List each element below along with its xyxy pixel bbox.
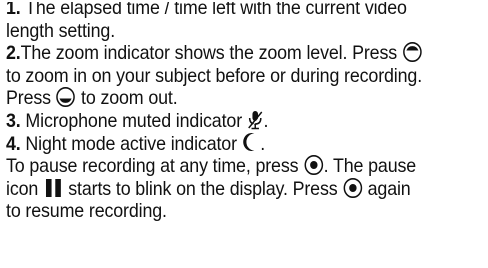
- pause-text-2: icon: [6, 178, 43, 200]
- manual-page: 1. The elapsed time / time left with the…: [6, 0, 452, 224]
- select-key-icon-2: [342, 177, 362, 199]
- item-4-text: Night mode active indicator: [20, 133, 242, 155]
- pause-text-1: To pause recording at any time, press: [6, 156, 304, 178]
- item-2-line-1: 2.The zoom indicator shows the zoom leve…: [6, 41, 452, 66]
- select-key-icon: [303, 154, 323, 176]
- muted-microphone-icon: [247, 110, 264, 130]
- item-2-zoom-out: to zoom out.: [76, 88, 178, 110]
- item-4-line: 4. Night mode active indicator .: [6, 132, 452, 157]
- item-2-text: The zoom indicator shows the zoom level.…: [20, 43, 402, 65]
- item-2-press: Press: [6, 88, 56, 110]
- item-2-text-cont: to zoom in on your subject before or dur…: [6, 65, 423, 87]
- top-edge: [0, 0, 488, 2]
- scroll-up-key-icon: [402, 41, 422, 63]
- scroll-down-key-icon: [56, 86, 76, 108]
- item-1-text: The elapsed time / time left with the cu…: [20, 0, 407, 19]
- item-1-number: 1.: [6, 0, 21, 19]
- item-3-end: .: [263, 110, 269, 132]
- item-3-line: 3. Microphone muted indicator .: [6, 110, 452, 134]
- pause-icon: [43, 178, 63, 198]
- item-2-line-2: to zoom in on your subject before or dur…: [6, 66, 452, 89]
- item-3-text: Microphone muted indicator: [20, 110, 247, 132]
- item-4-number: 4.: [6, 133, 21, 155]
- pause-text-3: to resume recording.: [6, 201, 167, 223]
- item-1-text-cont: length setting.: [6, 20, 116, 42]
- item-2-line-3: Press to zoom out.: [6, 86, 452, 111]
- pause-line-2: icon starts to blink on the display. Pre…: [6, 177, 452, 202]
- item-4-end: .: [260, 133, 266, 155]
- item-2-number: 2.: [6, 43, 21, 65]
- pause-text-1b: . The pause: [323, 156, 417, 178]
- item-3-number: 3.: [6, 110, 21, 132]
- item-1-line-1: 1. The elapsed time / time left with the…: [6, 0, 452, 21]
- pause-line-1: To pause recording at any time, press . …: [6, 154, 452, 179]
- pause-line-3: to resume recording.: [6, 201, 452, 224]
- night-mode-moon-icon: [242, 132, 261, 152]
- pause-text-2c: again: [362, 178, 411, 200]
- item-1-line-2: length setting.: [6, 21, 452, 44]
- pause-text-2b: starts to blink on the display. Press: [63, 178, 343, 200]
